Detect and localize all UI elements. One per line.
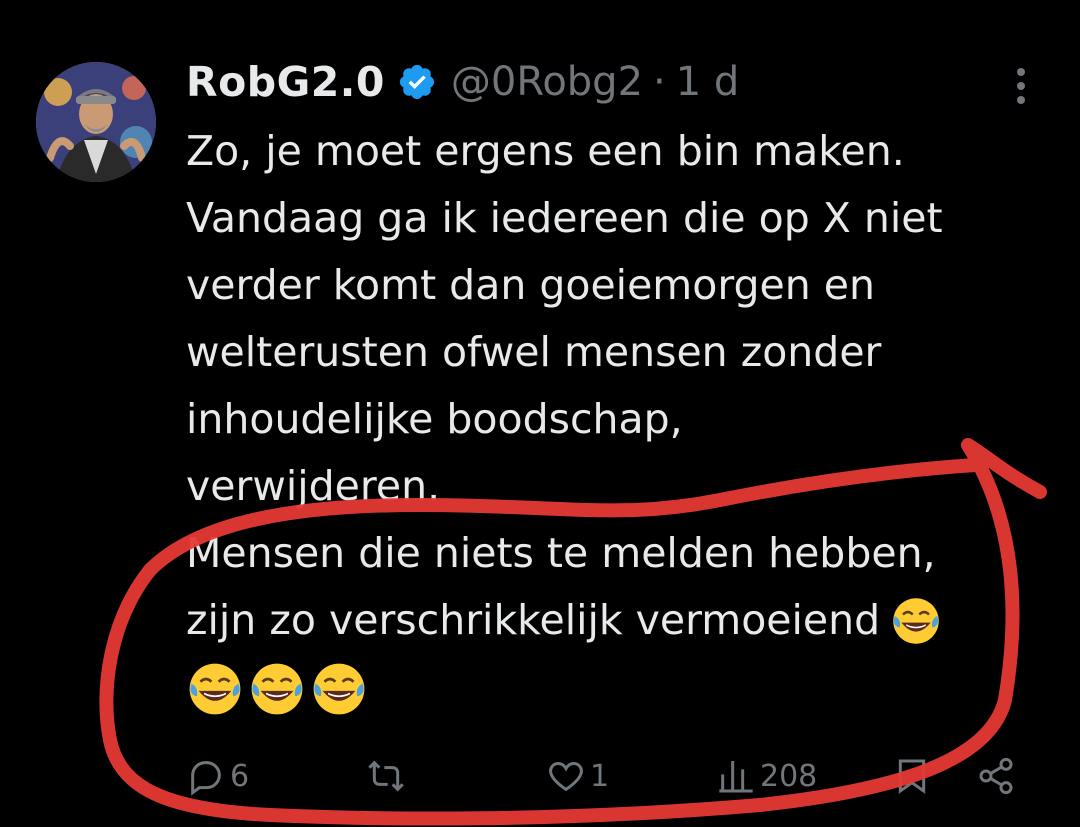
views-count: 208 — [760, 758, 818, 794]
display-name[interactable]: RobG2.0 — [186, 58, 385, 106]
like-button[interactable]: 1 — [546, 746, 609, 806]
face-with-tears-of-joy-icon — [313, 663, 365, 715]
tweet-line: verwijderen. — [186, 462, 441, 510]
tweet-line: inhoudelijke boodschap, — [186, 395, 683, 443]
reply-button[interactable]: 6 — [186, 746, 249, 806]
verified-badge-icon — [399, 64, 434, 100]
avatar[interactable] — [36, 62, 156, 182]
emoji-row — [186, 660, 1056, 718]
timestamp[interactable]: 1 d — [676, 59, 740, 105]
reply-icon — [191, 761, 221, 796]
tweet-line: verder komt dan goeiemorgen en — [186, 261, 875, 309]
face-with-tears-of-joy-icon — [189, 663, 241, 715]
tweet-line: Zo, je moet ergens een bin maken. — [186, 127, 905, 175]
share-button[interactable] — [976, 746, 1016, 806]
tweet-line: Mensen die niets te melden hebben, — [186, 529, 936, 577]
heart-icon — [549, 761, 583, 792]
tweet-line-text: zijn zo verschrikkelijk vermoeiend — [186, 596, 881, 644]
bookmark-icon — [898, 759, 926, 794]
face-with-tears-of-joy-icon — [893, 597, 939, 644]
face-with-tears-of-joy-icon — [251, 663, 303, 715]
share-icon — [979, 757, 1013, 795]
separator-dot: · — [653, 59, 666, 105]
user-handle[interactable]: @0Robg2 — [451, 59, 643, 105]
views-button[interactable]: 208 — [716, 746, 817, 806]
tweet-line: zijn zo verschrikkelijk vermoeiend — [186, 587, 1056, 654]
more-button[interactable] — [1006, 64, 1036, 108]
tweet-line: welterusten ofwel mensen zonder — [186, 328, 882, 376]
tweet-line: Vandaag ga ik iedereen die op X niet — [186, 194, 943, 242]
tweet-header: RobG2.0 @0Robg2 · 1 d — [186, 56, 739, 108]
reply-count: 6 — [230, 758, 250, 794]
bookmark-button[interactable] — [892, 746, 932, 806]
repost-button[interactable] — [366, 746, 410, 806]
repost-icon — [368, 760, 404, 792]
more-vertical-icon — [1017, 68, 1025, 104]
views-icon — [719, 761, 753, 793]
like-count: 1 — [590, 758, 610, 794]
tweet-actions: 6 1 208 — [186, 746, 1046, 806]
tweet-text: Zo, je moet ergens een bin maken. Vandaa… — [186, 118, 1056, 718]
